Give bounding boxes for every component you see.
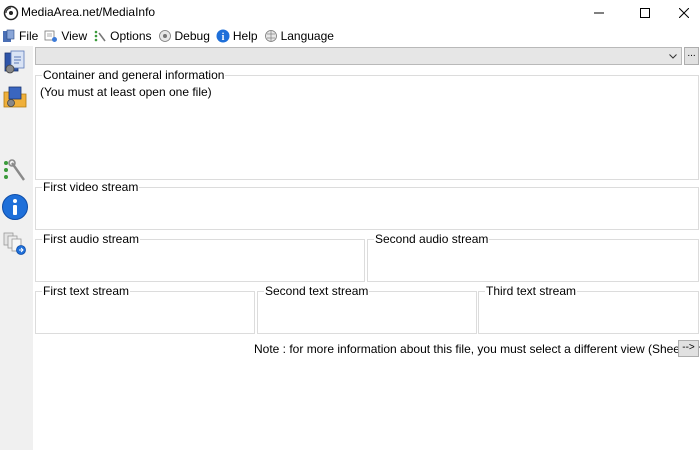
menu-help-label: Help [232, 29, 258, 43]
text-stream-2-group: Second text stream [257, 284, 477, 334]
maximize-icon [640, 8, 650, 18]
options-icon [94, 30, 106, 42]
menu-debug-label: Debug [174, 29, 210, 43]
left-toolbar [0, 46, 33, 450]
menu-bar: File View Options Debug i Help Language [0, 26, 700, 46]
general-info-title: Container and general information [42, 68, 226, 82]
language-icon [264, 30, 277, 42]
menu-file[interactable]: File [0, 26, 42, 46]
next-view-button[interactable]: --> [678, 340, 699, 357]
export-button[interactable] [0, 228, 30, 258]
general-info-group: Container and general information (You m… [35, 68, 699, 180]
text-stream-1-title: First text stream [42, 284, 131, 298]
text-stream-3-group: Third text stream [478, 284, 699, 334]
menu-options[interactable]: Options [91, 26, 155, 46]
help-icon: i [216, 29, 230, 43]
menu-view[interactable]: View [42, 26, 91, 46]
menu-help[interactable]: i Help [214, 26, 262, 46]
menu-debug[interactable]: Debug [156, 26, 214, 46]
title-bar: MediaArea.net/MediaInfo [0, 0, 700, 26]
main-area: ... Container and general information (Y… [33, 46, 700, 450]
browse-button[interactable]: ... [684, 47, 699, 65]
svg-text:i: i [221, 32, 224, 43]
minimize-button[interactable] [576, 0, 622, 26]
text-stream-3-title: Third text stream [485, 284, 578, 298]
chevron-down-icon[interactable] [668, 51, 678, 61]
mediainfo-window: MediaArea.net/MediaInfo File View Option… [0, 0, 700, 450]
video-stream-group: First video stream [35, 180, 699, 230]
close-icon [679, 8, 689, 18]
open-file-icon [4, 50, 25, 74]
view-icon [44, 30, 58, 42]
minimize-icon [594, 12, 604, 14]
general-info-content: (You must at least open one file) [40, 85, 212, 99]
text-stream-2-title: Second text stream [264, 284, 370, 298]
menu-language-label: Language [280, 29, 334, 43]
export-icon [3, 232, 26, 255]
debug-icon [158, 30, 171, 42]
open-folder-button[interactable] [0, 82, 30, 112]
audio-stream-2-group: Second audio stream [367, 232, 699, 282]
mediainfo-app-icon [3, 5, 19, 21]
menu-file-label: File [19, 29, 39, 43]
menu-options-label: Options [110, 29, 152, 43]
about-icon [2, 194, 28, 220]
video-stream-title: First video stream [42, 180, 140, 194]
audio-stream-1-title: First audio stream [42, 232, 141, 246]
file-selector-combo[interactable] [35, 47, 682, 65]
audio-stream-2-title: Second audio stream [374, 232, 490, 246]
about-button[interactable] [0, 192, 30, 222]
window-title: MediaArea.net/MediaInfo [21, 5, 156, 19]
text-stream-1-group: First text stream [35, 284, 255, 334]
options-tool-button[interactable] [0, 156, 30, 186]
maximize-button[interactable] [622, 0, 668, 26]
audio-stream-1-group: First audio stream [35, 232, 365, 282]
open-folder-icon [3, 86, 27, 108]
open-file-button[interactable] [0, 47, 30, 77]
view-hint-note: Note : for more information about this f… [254, 342, 700, 356]
file-icon [3, 29, 15, 42]
options-tool-icon [4, 159, 25, 181]
close-button[interactable] [668, 0, 700, 26]
menu-language[interactable]: Language [262, 26, 338, 46]
menu-view-label: View [61, 29, 88, 43]
